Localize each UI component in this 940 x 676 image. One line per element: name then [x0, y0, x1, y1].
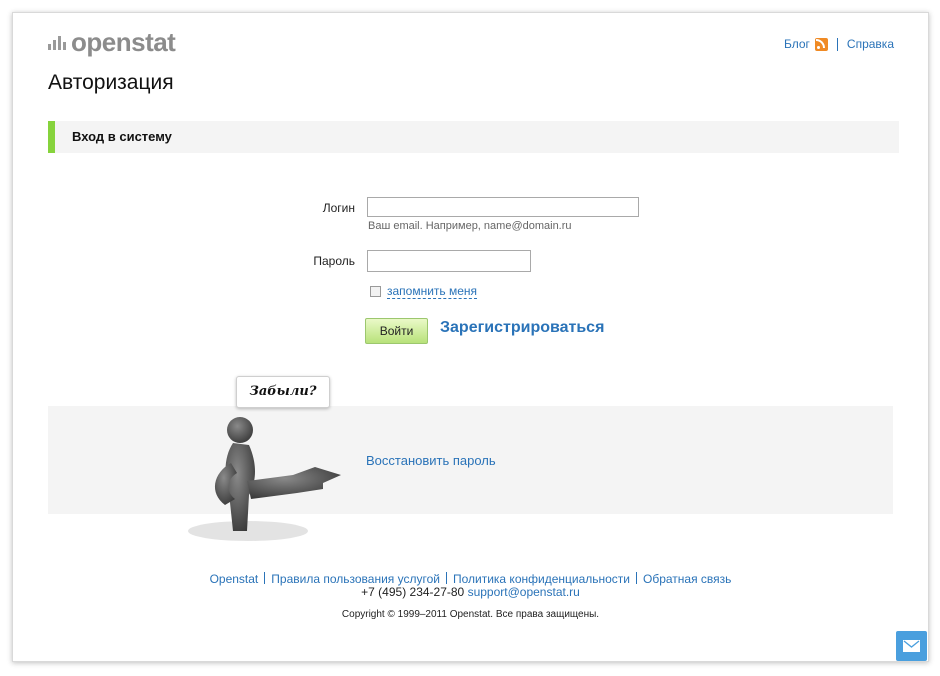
section-header: Вход в систему — [48, 121, 899, 153]
footer-phone: +7 (495) 234-27-80 — [361, 585, 465, 599]
login-hint: Ваш email. Например, name@domain.ru — [368, 220, 572, 232]
footer-link-privacy[interactable]: Политика конфиденциальности — [453, 572, 630, 586]
page-frame: openstat Блог Справка Авторизация Вход в… — [12, 12, 929, 662]
login-button[interactable]: Войти — [365, 318, 428, 344]
logo-bars-icon — [48, 34, 66, 50]
page-title: Авторизация — [48, 71, 174, 94]
top-links: Блог Справка — [784, 37, 894, 51]
footer-divider — [445, 572, 447, 584]
restore-password-link[interactable]: Восстановить пароль — [366, 453, 496, 468]
footer-email-link[interactable]: support@openstat.ru — [468, 585, 580, 599]
footer-divider — [264, 572, 266, 584]
footer-contact: +7 (495) 234-27-80 support@openstat.ru — [13, 585, 928, 599]
help-link[interactable]: Справка — [847, 37, 894, 51]
blog-link[interactable]: Блог — [784, 37, 810, 51]
footer-link-terms[interactable]: Правила пользования услугой — [271, 572, 440, 586]
remember-me-checkbox[interactable] — [370, 286, 381, 297]
section-title: Вход в систему — [72, 129, 172, 144]
password-label: Пароль — [313, 254, 355, 268]
forgot-bubble-text: Забыли? — [249, 384, 317, 399]
password-input[interactable] — [367, 250, 531, 272]
login-input[interactable] — [367, 197, 639, 217]
footer-copyright: Copyright © 1999–2011 Openstat. Все прав… — [341, 609, 600, 620]
feedback-mail-button[interactable] — [896, 631, 927, 661]
footer-divider — [636, 572, 637, 584]
footer-links: Openstat Правила пользования услугой Полит… — [13, 572, 928, 586]
rss-icon[interactable] — [814, 37, 828, 51]
login-label: Логин — [322, 201, 355, 215]
remember-me-label[interactable]: запомнить меня — [387, 285, 478, 299]
envelope-icon — [903, 640, 920, 652]
footer-link-feedback[interactable]: Обратная связь — [643, 572, 731, 586]
register-link[interactable]: Зарегистрироваться — [440, 319, 604, 337]
footer-link-openstat[interactable]: Openstat — [210, 572, 259, 586]
logo-text: openstat — [71, 27, 176, 57]
openstat-logo[interactable]: openstat — [48, 27, 176, 57]
top-links-divider — [836, 37, 838, 51]
forgot-bubble: Забыли? — [236, 376, 330, 408]
pointing-figure-icon — [188, 417, 341, 541]
